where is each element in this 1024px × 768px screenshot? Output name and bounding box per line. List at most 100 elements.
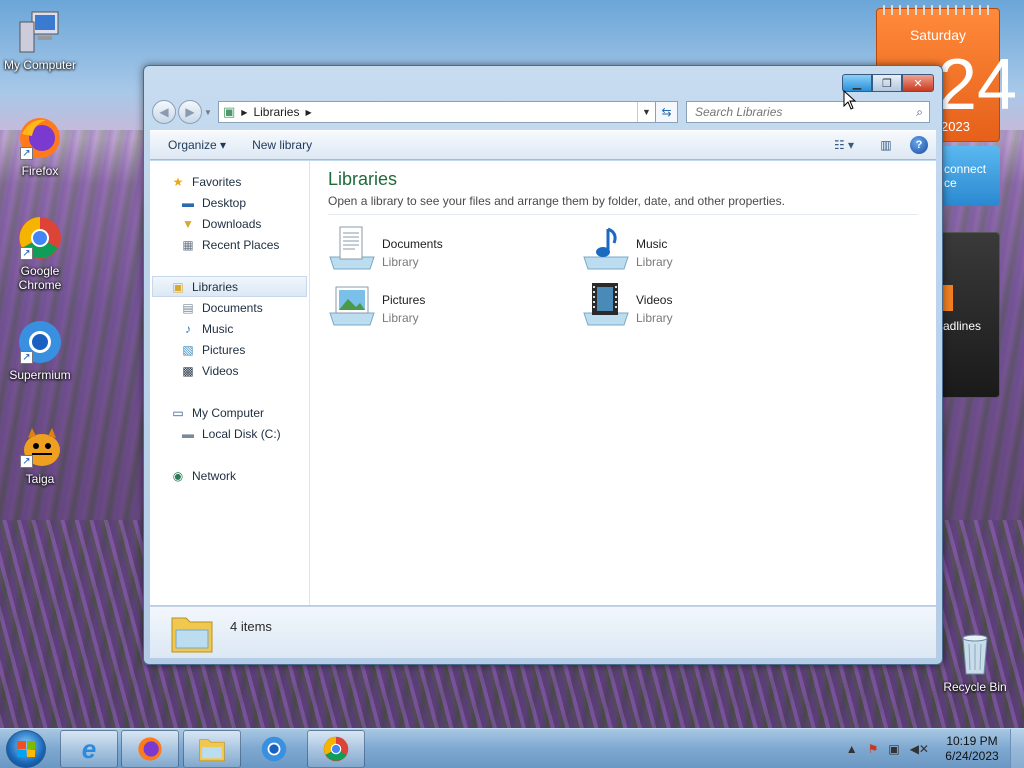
desktop-icon-label: My Computer (3, 58, 77, 72)
libraries-icon: ▣ (172, 279, 184, 294)
nav-item-music[interactable]: ♪ Music (150, 318, 309, 339)
clock[interactable]: 10:19 PM 6/24/2023 (934, 734, 1010, 764)
recycle-bin-icon (951, 630, 999, 678)
restore-icon: ❐ (882, 77, 892, 90)
volume-muted-icon[interactable]: ◀✕ (910, 742, 929, 756)
address-bar[interactable]: ▣ ▶ Libraries ▶ ▼ (218, 101, 656, 123)
search-input[interactable] (695, 105, 905, 119)
explorer-window[interactable]: ▁ ❐ ✕ ◀ ▶ ▼ ▣ ▶ Libraries ▶ ▼ ⇆ ⌕ Organi… (143, 65, 943, 665)
preview-pane-button[interactable]: ▥ (874, 135, 898, 155)
library-name: Pictures (382, 293, 426, 307)
film-strip-icon: ▩ (182, 363, 194, 378)
desktop-icon-label: Firefox (21, 164, 59, 178)
library-item-music[interactable]: Music Library (582, 223, 822, 271)
forward-button[interactable]: ▶ (178, 100, 202, 124)
help-icon: ? (915, 139, 923, 151)
network-icon: ◉ (172, 468, 184, 483)
nav-item-recent-places[interactable]: ▦ Recent Places (150, 234, 309, 255)
desktop-icon-google-chrome[interactable]: ↗ Google Chrome (0, 214, 80, 292)
computer-icon (16, 8, 64, 56)
nav-item-videos[interactable]: ▩ Videos (150, 360, 309, 381)
nav-item-downloads[interactable]: ▼ Downloads (150, 213, 309, 234)
calendar-day: Saturday (909, 27, 967, 43)
nav-item-libraries[interactable]: ▣ Libraries (152, 276, 307, 297)
desktop-icon-recycle-bin[interactable]: Recycle Bin (935, 630, 1015, 694)
search-icon: ⌕ (916, 104, 923, 119)
connect-gadget[interactable]: connect ce (940, 146, 1000, 206)
clock-time: 10:19 PM (946, 734, 998, 748)
pictures-icon: ▧ (182, 342, 194, 357)
shortcut-arrow-icon: ↗ (20, 147, 33, 160)
help-button[interactable]: ? (910, 136, 928, 154)
breadcrumb-separator-icon[interactable]: ▶ (241, 108, 247, 117)
show-hidden-icons-button[interactable]: ▲ (846, 742, 858, 756)
music-note-icon: ♪ (185, 321, 191, 336)
clock-date: 6/24/2023 (945, 749, 999, 763)
taskbar-firefox[interactable] (121, 730, 179, 768)
nav-item-pictures[interactable]: ▧ Pictures (150, 339, 309, 360)
feed-headlines-text: adlines (943, 319, 982, 333)
library-name: Music (636, 237, 668, 251)
back-button[interactable]: ◀ (152, 100, 176, 124)
change-view-button[interactable]: ☷ ▾ (832, 135, 856, 155)
documents-library-icon (328, 223, 376, 271)
network-status-icon[interactable]: ▣ (888, 742, 899, 756)
nav-item-desktop[interactable]: ▬ Desktop (150, 192, 309, 213)
nav-item-local-disk[interactable]: ▬ Local Disk (C:) (150, 423, 309, 444)
desktop-icon-label: Supermium (9, 368, 71, 382)
videos-library-icon (582, 279, 630, 327)
library-type: Library (636, 311, 673, 325)
maximize-button[interactable]: ❐ (872, 74, 902, 92)
desktop-icon-firefox[interactable]: ↗ Firefox (0, 114, 80, 178)
feed-headlines-gadget[interactable]: adlines (940, 232, 1000, 398)
calendar-rings (883, 5, 993, 15)
close-button[interactable]: ✕ (902, 74, 934, 92)
desktop-icon-my-computer[interactable]: My Computer (0, 8, 80, 72)
libraries-folder-icon: ▣ (223, 104, 236, 119)
refresh-button[interactable]: ⇆ (656, 101, 678, 123)
preview-pane-icon: ▥ (880, 138, 892, 152)
view-options-icon: ☷ ▾ (833, 138, 855, 152)
library-item-documents[interactable]: Documents Library (328, 223, 568, 271)
firefox-icon (138, 737, 162, 761)
nav-item-favorites[interactable]: ★ Favorites (150, 171, 309, 192)
nav-item-network[interactable]: ◉ Network (150, 465, 309, 486)
taskbar-supermium[interactable] (245, 730, 303, 768)
details-pane: 4 items (150, 606, 936, 658)
recent-pages-dropdown[interactable]: ▼ (204, 108, 214, 117)
breadcrumb-libraries[interactable]: Libraries (253, 105, 299, 119)
taskbar-internet-explorer[interactable]: e (60, 730, 118, 768)
desktop-icon: ▬ (182, 195, 194, 210)
navigation-bar: ◀ ▶ ▼ ▣ ▶ Libraries ▶ ▼ ⇆ ⌕ (152, 100, 936, 124)
organize-button[interactable]: Organize ▾ (150, 138, 238, 152)
libraries-folder-icon (170, 612, 214, 654)
refresh-icon: ⇆ (661, 105, 672, 119)
desktop-icon-label: Recycle Bin (943, 680, 1007, 694)
new-library-button[interactable]: New library (238, 138, 324, 152)
action-center-flag-icon[interactable]: ⚑ (868, 742, 879, 756)
taskbar: e ▲ ⚑ ▣ ◀✕ 10:19 PM 6/24/2023 (0, 728, 1024, 768)
start-button[interactable] (6, 730, 46, 768)
desktop-icon-taiga[interactable]: ↗ Taiga (0, 422, 80, 486)
taskbar-google-chrome[interactable] (307, 730, 365, 768)
desktop-icon-label: Google Chrome (18, 264, 62, 292)
recent-places-icon: ▦ (182, 237, 194, 252)
breadcrumb-chevron-icon[interactable]: ▶ (305, 108, 311, 117)
library-item-videos[interactable]: Videos Library (582, 279, 822, 327)
explorer-body: ★ Favorites ▬ Desktop ▼ Downloads ▦ Recent P… (150, 161, 936, 605)
nav-item-documents[interactable]: ▤ Documents (150, 297, 309, 318)
library-item-pictures[interactable]: Pictures Library (328, 279, 568, 327)
desktop-icon-label: Taiga (25, 472, 55, 486)
nav-item-my-computer[interactable]: ▭ My Computer (150, 402, 309, 423)
navigation-pane[interactable]: ★ Favorites ▬ Desktop ▼ Downloads ▦ Recent P… (150, 161, 310, 605)
chrome-icon (323, 736, 349, 762)
address-dropdown-button[interactable]: ▼ (637, 102, 655, 122)
show-desktop-button[interactable] (1010, 729, 1024, 768)
mouse-cursor-icon (843, 89, 857, 113)
desktop-icon-supermium[interactable]: ↗ Supermium (0, 318, 80, 382)
tiger-icon: ↗ (16, 422, 64, 470)
forward-arrow-icon: ▶ (185, 105, 195, 119)
taskbar-file-explorer[interactable] (183, 730, 241, 768)
search-box[interactable]: ⌕ (686, 101, 930, 123)
calendar-date: 24 (937, 45, 1018, 125)
